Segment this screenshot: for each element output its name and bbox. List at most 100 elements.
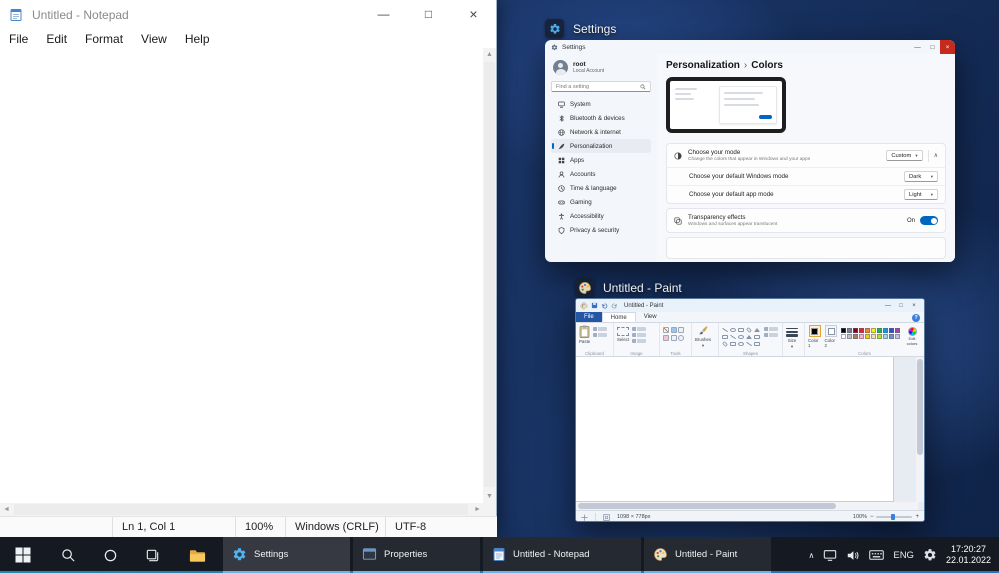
notepad-menubar: File Edit Format View Help bbox=[0, 29, 496, 48]
minimize-button: — bbox=[914, 43, 921, 51]
tab-file: File bbox=[576, 312, 602, 322]
palette-color bbox=[859, 328, 864, 333]
shape-cell bbox=[754, 328, 760, 332]
vertical-scrollbar[interactable]: ▲ ▼ bbox=[483, 48, 496, 503]
breadcrumb: Personalization › Colors bbox=[666, 59, 946, 72]
palette-color bbox=[841, 328, 846, 333]
system-tray: ∧ ENG 17:20:27 22.01.2022 bbox=[809, 537, 999, 573]
menu-format[interactable]: Format bbox=[76, 32, 132, 46]
taskbar-clock[interactable]: 17:20:27 22.01.2022 bbox=[946, 544, 991, 566]
image-size-icon bbox=[603, 513, 610, 521]
scroll-up-icon[interactable]: ▲ bbox=[483, 48, 496, 61]
tray-chevron-icon[interactable]: ∧ bbox=[809, 551, 815, 560]
color1-button: Color 1 bbox=[808, 325, 822, 348]
preview-line bbox=[723, 92, 764, 94]
brushes-button: Brushes ▾ bbox=[695, 325, 711, 349]
user-account-type: Local Account bbox=[573, 68, 605, 74]
vertical-scroll-thumb[interactable] bbox=[484, 62, 495, 487]
notepad-window-controls: — □ × bbox=[361, 0, 496, 29]
taskbar-app-label: Settings bbox=[254, 548, 289, 560]
horizontal-scrollbar[interactable]: ◄ ► bbox=[0, 503, 484, 516]
chevron-down-icon: ▾ bbox=[790, 344, 794, 349]
setting-title: Choose your default app mode bbox=[689, 191, 774, 198]
shape-cell bbox=[738, 328, 744, 332]
shape-cell bbox=[722, 328, 728, 332]
group-label: Shapes bbox=[743, 350, 758, 356]
breadcrumb-parent: Personalization bbox=[666, 60, 740, 71]
menu-help[interactable]: Help bbox=[176, 32, 219, 46]
tab-home: Home bbox=[601, 312, 636, 322]
horizontal-scroll-thumb[interactable] bbox=[14, 504, 468, 515]
scroll-left-icon[interactable]: ◄ bbox=[0, 503, 13, 516]
desktop: Untitled - Notepad — □ × File Edit Forma… bbox=[0, 0, 999, 573]
touch-keyboard-icon[interactable] bbox=[869, 549, 885, 561]
mode-dropdown: Custom ▾ bbox=[886, 150, 923, 161]
chevron-down-icon: ▾ bbox=[930, 191, 933, 197]
tools-group: Tools bbox=[660, 323, 692, 356]
taskbar-app-notepad[interactable]: Untitled - Notepad bbox=[483, 537, 641, 573]
brush-icon bbox=[698, 326, 708, 335]
notepad-titlebar: Untitled - Notepad — □ × bbox=[0, 0, 496, 29]
tray-gear-icon[interactable] bbox=[923, 548, 937, 562]
paste-icon bbox=[579, 325, 590, 338]
settings-window-title: Settings bbox=[562, 43, 586, 51]
cortana-button[interactable] bbox=[90, 537, 130, 573]
paint-titlebar: Untitled - Paint — □ × bbox=[576, 299, 924, 312]
volume-icon[interactable] bbox=[846, 549, 860, 562]
color1-swatch bbox=[811, 327, 819, 335]
menu-edit[interactable]: Edit bbox=[37, 32, 76, 46]
paint-window-thumbnail[interactable]: Untitled - Paint — □ × File Home View ? … bbox=[575, 298, 925, 522]
color-palette bbox=[841, 325, 900, 339]
sidebar-item-accounts: Accounts bbox=[551, 167, 651, 181]
task-view-icon bbox=[146, 549, 158, 561]
display-tray-icon[interactable] bbox=[823, 549, 837, 562]
taskbar-app-properties[interactable]: Properties bbox=[353, 537, 480, 573]
sidebar-item-privacy: Privacy & security bbox=[551, 223, 651, 237]
user-profile: root Local Account bbox=[553, 60, 651, 75]
menu-file[interactable]: File bbox=[0, 32, 37, 46]
taskbar-app-label: Untitled - Notepad bbox=[513, 548, 590, 560]
person-icon bbox=[558, 170, 565, 178]
paint-canvas-area bbox=[576, 357, 924, 510]
gamepad-icon bbox=[558, 200, 565, 204]
canvas-size: 1098 × 778px bbox=[617, 514, 651, 520]
minimize-button[interactable]: — bbox=[361, 0, 406, 29]
start-button[interactable] bbox=[0, 537, 46, 573]
sidebar-item-gaming: Gaming bbox=[551, 195, 651, 209]
notepad-text-area[interactable] bbox=[0, 48, 484, 503]
zoom-level: 100% bbox=[235, 517, 285, 537]
task-view-button[interactable] bbox=[130, 537, 174, 573]
close-button[interactable]: × bbox=[451, 0, 496, 29]
palette-color bbox=[847, 334, 852, 339]
maximize-button: □ bbox=[899, 302, 903, 309]
taskbar-app-paint[interactable]: Untitled - Paint bbox=[644, 537, 771, 573]
chevron-up-icon: ∧ bbox=[933, 153, 938, 159]
shape-cell bbox=[722, 335, 728, 339]
language-indicator[interactable]: ENG bbox=[893, 550, 914, 561]
save-icon bbox=[591, 302, 598, 309]
transparency-card: Transparency effects Windows and surface… bbox=[666, 208, 946, 233]
settings-window-thumbnail[interactable]: Settings — □ × root Local Account Find a… bbox=[545, 40, 955, 262]
close-button: × bbox=[912, 302, 916, 309]
scroll-down-icon[interactable]: ▼ bbox=[483, 490, 496, 503]
zoom-out-icon: − bbox=[869, 514, 874, 520]
taskbar-app-settings[interactable]: Settings bbox=[223, 537, 350, 573]
shape-cell bbox=[730, 342, 736, 346]
menu-view[interactable]: View bbox=[132, 32, 176, 46]
shapes-group: Shapes bbox=[719, 323, 783, 356]
resize-icon bbox=[632, 333, 647, 337]
horizontal-scroll-thumb bbox=[578, 503, 836, 509]
preview-accent-button bbox=[759, 115, 772, 119]
shield-icon bbox=[558, 226, 565, 234]
taskbar-search-button[interactable] bbox=[46, 537, 90, 573]
settings-nav: System Bluetooth & devices Network & int… bbox=[551, 97, 651, 237]
choose-mode-card: Choose your mode Change the colors that … bbox=[666, 143, 946, 204]
paint-thumb-label: Untitled - Paint bbox=[575, 278, 682, 297]
maximize-button[interactable]: □ bbox=[406, 0, 451, 29]
colors-group: Color 1 Color 2 Edit colors Colors bbox=[805, 323, 924, 356]
copy-icon bbox=[593, 333, 608, 337]
file-explorer-button[interactable] bbox=[174, 537, 220, 573]
maximize-button: □ bbox=[930, 43, 935, 51]
setting-subtitle: Windows and surfaces appear translucent bbox=[688, 221, 778, 227]
notepad-window-title: Untitled - Notepad bbox=[32, 7, 129, 22]
